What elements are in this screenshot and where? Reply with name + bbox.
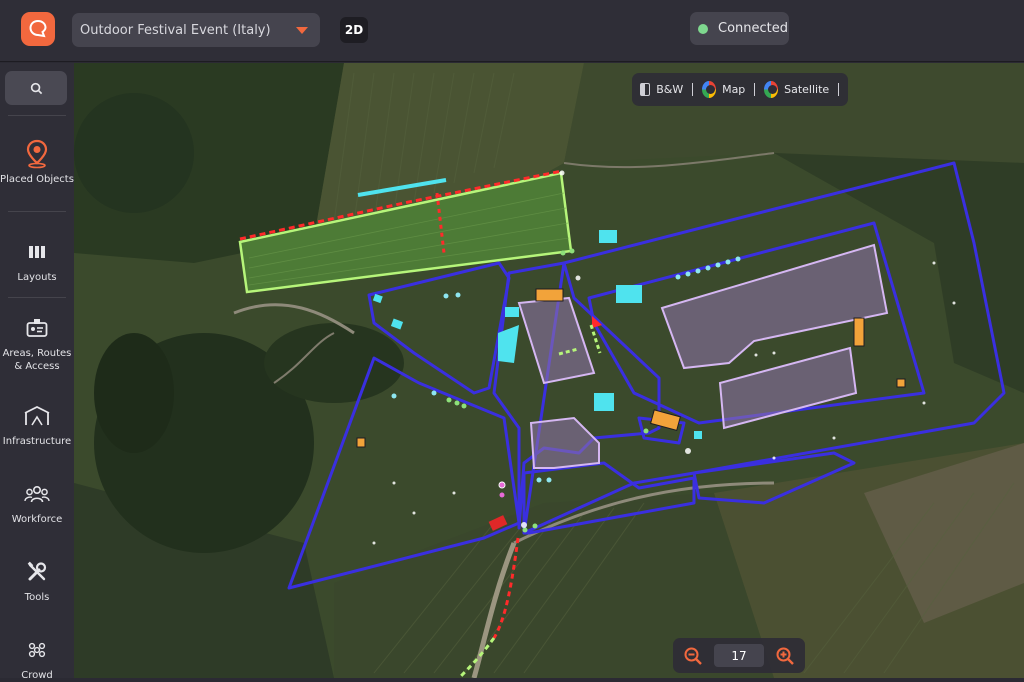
top-bar: Outdoor Festival Event (Italy) 2D Connec… [0,0,1024,62]
zoom-level-field[interactable]: 17 [714,644,764,667]
zoom-in-icon[interactable] [774,645,796,667]
divider [8,115,66,116]
sidebar-item-label: Crowd [21,670,53,681]
connection-status: Connected [690,12,789,45]
map-layer-switcher: B&W Map Satellite [632,73,848,106]
divider [8,297,66,298]
search-icon [30,82,42,94]
layer-map[interactable]: Map [722,83,745,96]
divider [692,83,694,96]
search-button[interactable] [5,71,67,105]
crowd-icon [28,642,46,658]
tools-icon [27,561,47,581]
bw-icon[interactable] [640,83,651,96]
event-select[interactable]: Outdoor Festival Event (Italy) [72,13,320,47]
sidebar-item-tools[interactable]: Tools [0,557,74,604]
chevron-down-icon[interactable] [296,27,308,34]
columns-icon [29,246,45,258]
tent-icon [24,405,50,426]
status-dot-icon [698,23,708,34]
divider [838,83,840,96]
map-pin-icon [26,139,48,169]
layer-satellite[interactable]: Satellite [784,83,829,96]
sidebar-item-label: Placed Objects [0,174,74,185]
divider [8,211,66,212]
sidebar-item-placed-objects[interactable]: Placed Objects [0,139,74,186]
google-icon[interactable] [764,81,779,98]
sidebar-item-label: Tools [24,592,50,603]
event-select-value: Outdoor Festival Event (Italy) [80,22,271,38]
sidebar-item-label: Areas, Routes & Access [2,348,72,372]
view-mode-toggle[interactable]: 2D [340,17,368,43]
sidebar-item-infrastructure[interactable]: Infrastructure [0,401,74,448]
sidebar-item-layouts[interactable]: Layouts [0,237,74,284]
sidebar-item-label: Layouts [17,272,57,283]
sidebar-item-workforce[interactable]: Workforce [0,479,74,526]
sidebar-item-crowd[interactable]: Crowd [0,635,74,682]
connection-status-label: Connected [718,21,789,36]
zoom-control: 17 [673,638,805,673]
satellite-map[interactable] [74,63,1024,678]
map-canvas[interactable]: B&W Map Satellite 17 [74,63,1024,678]
sidebar-item-label: Workforce [11,514,63,525]
logo-icon[interactable] [21,12,55,46]
google-icon[interactable] [702,81,717,98]
sidebar-item-label: Infrastructure [2,436,72,447]
badge-icon [26,319,48,337]
sidebar-item-areas-routes-access[interactable]: Areas, Routes & Access [0,313,74,373]
people-icon [24,485,50,503]
divider [754,83,756,96]
sidebar: Placed Objects Layouts Areas, Routes & A… [0,63,74,681]
zoom-out-icon[interactable] [682,645,704,667]
layer-bw[interactable]: B&W [656,83,683,96]
